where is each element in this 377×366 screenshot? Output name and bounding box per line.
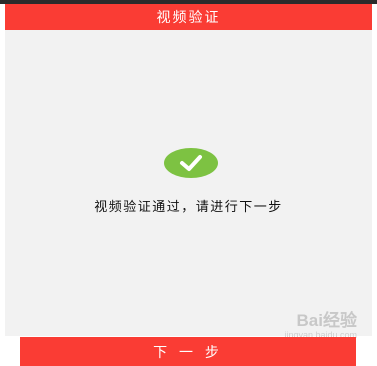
check-circle-icon — [164, 148, 218, 178]
verification-message: 视频验证通过，请进行下一步 — [94, 200, 283, 215]
next-step-label: 下 一 步 — [153, 343, 223, 360]
next-step-button[interactable]: 下 一 步 — [20, 337, 356, 366]
checkmark-icon — [180, 155, 202, 171]
title-bar: 视频验证 — [5, 4, 372, 30]
app-screen: 视频验证 视频验证通过，请进行下一步 Bai经验 jingyan.baidu.c… — [0, 0, 377, 366]
watermark-brand: Bai经验 — [296, 311, 357, 330]
content-area: 视频验证通过，请进行下一步 — [5, 30, 372, 336]
page-title: 视频验证 — [156, 10, 221, 26]
